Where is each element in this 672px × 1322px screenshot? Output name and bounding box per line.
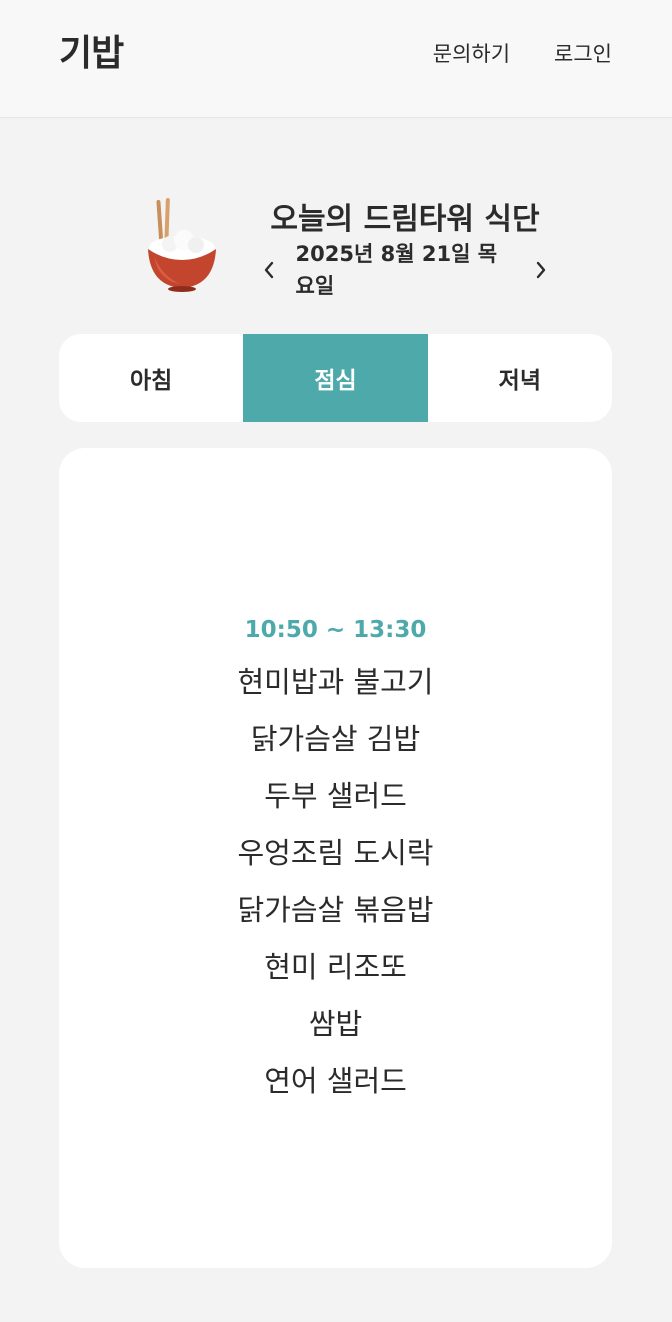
menu-item: 두부 샐러드	[264, 779, 407, 813]
rice-bowl-icon	[148, 198, 216, 292]
tab-dinner[interactable]: 저녁	[428, 334, 612, 422]
site-header: 기밥 문의하기 로그인	[0, 0, 672, 118]
meal-tabs: 아침 점심 저녁	[59, 334, 612, 422]
menu-item: 연어 샐러드	[264, 1064, 407, 1098]
menu-item: 현미밥과 불고기	[237, 665, 434, 699]
tab-lunch[interactable]: 점심	[243, 334, 428, 422]
chevron-left-icon	[264, 261, 273, 279]
menu-item: 우엉조림 도시락	[237, 836, 434, 870]
current-date: 2025년 8월 21일 목요일	[295, 242, 498, 298]
tab-breakfast[interactable]: 아침	[59, 334, 243, 422]
top-nav: 문의하기 로그인	[433, 40, 612, 68]
page-title: 오늘의 드림타워 식단	[270, 202, 540, 237]
next-day-button[interactable]	[528, 256, 554, 284]
menu-item: 현미 리조또	[264, 950, 407, 984]
previous-day-button[interactable]	[256, 256, 282, 284]
menu-hero: 오늘의 드림타워 식단 2025년 8월 21일 목요일	[0, 190, 672, 300]
nav-login-link[interactable]: 로그인	[554, 40, 612, 68]
chevron-right-icon	[537, 261, 546, 279]
menu-item: 닭가슴살 김밥	[250, 722, 421, 756]
meal-time: 10:50 ~ 13:30	[244, 617, 427, 643]
menu-item: 쌈밥	[308, 1007, 363, 1041]
site-logo[interactable]: 기밥	[59, 30, 124, 78]
date-navigator: 2025년 8월 21일 목요일	[256, 242, 554, 298]
meal-card: 10:50 ~ 13:30 현미밥과 불고기 닭가슴살 김밥 두부 샐러드 우엉…	[59, 448, 612, 1268]
nav-contact-link[interactable]: 문의하기	[433, 40, 510, 68]
menu-list: 현미밥과 불고기 닭가슴살 김밥 두부 샐러드 우엉조림 도시락 닭가슴살 볶음…	[59, 654, 612, 1110]
menu-item: 닭가슴살 볶음밥	[237, 893, 434, 927]
